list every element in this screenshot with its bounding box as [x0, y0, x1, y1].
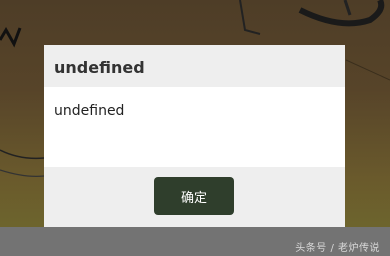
dialog-body: undefined [44, 87, 345, 167]
confirm-button[interactable]: 确定 [154, 177, 234, 215]
dialog-footer: 确定 [44, 167, 345, 227]
dialog-header: undefined [44, 45, 345, 87]
alert-dialog: undefined undefined 确定 [44, 45, 345, 227]
watermark-text: 头条号 / 老炉传说 [295, 243, 380, 254]
dialog-message: undefined [54, 103, 125, 119]
dialog-title: undefined [54, 58, 145, 77]
